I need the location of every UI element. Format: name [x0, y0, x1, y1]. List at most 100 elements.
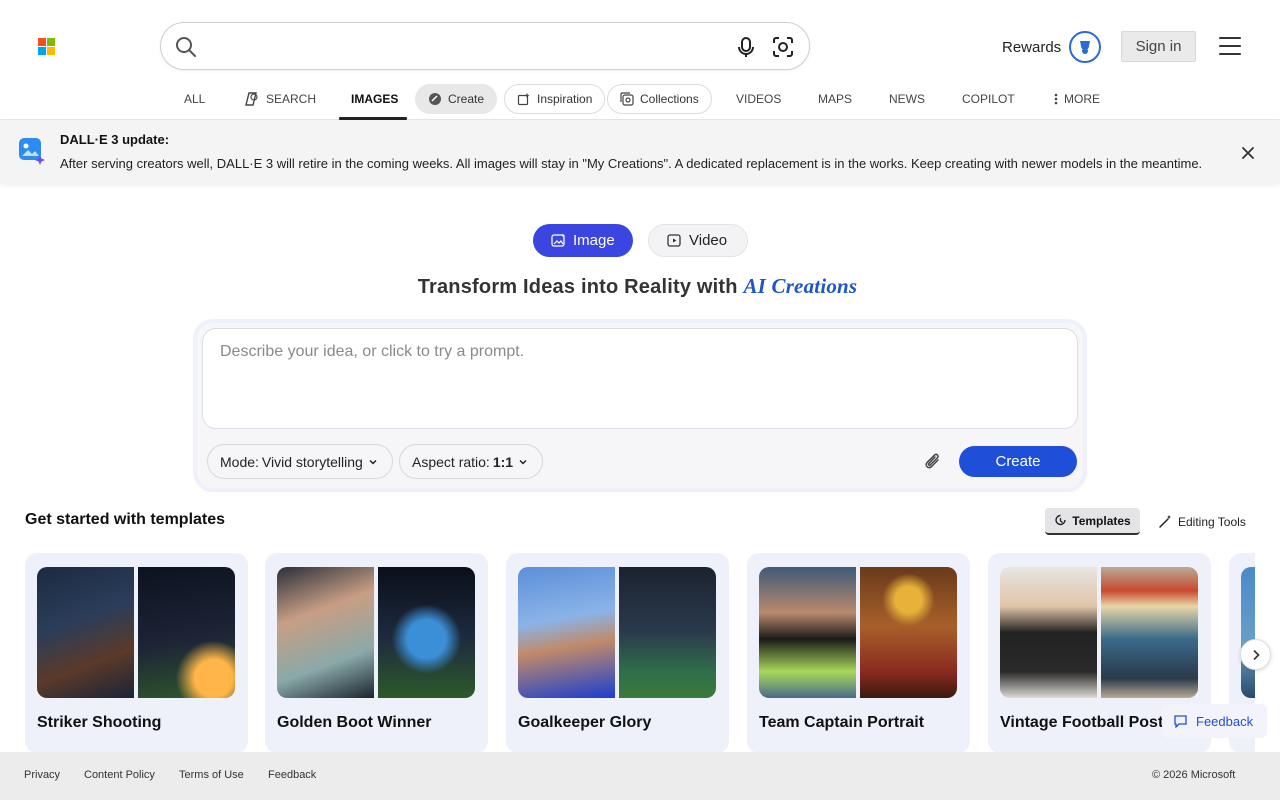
- footer-feedback-link[interactable]: Feedback: [268, 769, 316, 781]
- templates-heading: Get started with templates: [25, 511, 226, 528]
- banner-app-icon: [19, 138, 45, 165]
- mode-dropdown[interactable]: Mode: Vivid storytelling: [207, 444, 393, 479]
- prompt-input[interactable]: [202, 328, 1078, 429]
- feedback-icon: [1174, 715, 1187, 728]
- tab-copilot[interactable]: COPILOT: [962, 84, 1015, 114]
- tab-more[interactable]: MORE: [1054, 84, 1100, 114]
- template-card-label: Golden Boot Winner: [277, 714, 432, 731]
- tab-search-label: SEARCH: [266, 92, 317, 106]
- video-mode-label: Video: [689, 232, 728, 249]
- template-card[interactable]: Team Captain Portrait: [747, 553, 970, 753]
- vertical-nav: ALL SEARCH IMAGES Create Inspiration Col…: [0, 84, 1280, 120]
- rewards-label: Rewards: [1002, 38, 1062, 56]
- banner-text: After serving creators well, DALL·E 3 wi…: [60, 156, 1203, 171]
- copilot-search-icon: [245, 92, 258, 106]
- mode-dropdown-label: Mode:: [220, 453, 259, 470]
- pill-inspiration[interactable]: Inspiration: [504, 84, 606, 114]
- hero-heading: Transform Ideas into Reality with AI Cre…: [0, 274, 1275, 299]
- tab-templates[interactable]: Templates: [1045, 508, 1140, 535]
- prompt-composer: Mode: Vivid storytelling Aspect ratio: 1…: [197, 323, 1083, 488]
- tab-all[interactable]: ALL: [184, 84, 205, 114]
- banner-title: DALL·E 3 update:: [60, 132, 170, 147]
- image-mode-label: Image: [573, 232, 615, 249]
- template-card[interactable]: Golden Boot Winner: [265, 553, 488, 753]
- template-result-image: [860, 567, 957, 698]
- chevron-right-icon: [1252, 649, 1260, 660]
- templates-carousel: Striker Shooting Golden Boot Winner Goal…: [0, 553, 1255, 753]
- tab-maps-label: MAPS: [818, 92, 853, 106]
- dalle-update-banner: DALL·E 3 update: After serving creators …: [0, 120, 1280, 184]
- carousel-next-button[interactable]: [1240, 639, 1271, 670]
- tab-images-label: IMAGES: [351, 92, 399, 106]
- template-card[interactable]: Striker Shooting: [25, 553, 248, 753]
- close-icon[interactable]: [1239, 144, 1257, 162]
- image-mode-button[interactable]: Image: [533, 224, 633, 257]
- tab-maps[interactable]: MAPS: [818, 84, 852, 114]
- template-card-label: Vintage Football Post: [1000, 714, 1164, 731]
- feedback-button[interactable]: Feedback: [1162, 704, 1267, 738]
- aspect-ratio-label: Aspect ratio:: [412, 453, 490, 470]
- feedback-label: Feedback: [1196, 713, 1254, 729]
- tab-videos-label: VIDEOS: [736, 92, 782, 106]
- video-icon: [667, 234, 681, 247]
- sign-in-button[interactable]: Sign in: [1121, 31, 1196, 62]
- visual-search-icon[interactable]: [771, 35, 795, 59]
- template-result-image: [138, 567, 235, 698]
- template-portrait-image: [518, 567, 615, 698]
- tab-images[interactable]: IMAGES: [351, 84, 398, 114]
- paperclip-icon[interactable]: [922, 451, 944, 473]
- tab-news-label: NEWS: [889, 92, 925, 106]
- template-card-label: Team Captain Portrait: [759, 714, 925, 731]
- microsoft-logo[interactable]: [38, 38, 56, 56]
- pill-create[interactable]: Create: [415, 84, 498, 114]
- search-box[interactable]: [160, 22, 810, 70]
- hero-heading-accent: AI Creations: [743, 274, 858, 298]
- template-portrait-image: [37, 567, 134, 698]
- mode-dropdown-value: Vivid storytelling: [261, 453, 363, 470]
- footer-privacy-link[interactable]: Privacy: [24, 769, 60, 781]
- aspect-ratio-dropdown[interactable]: Aspect ratio: 1:1: [399, 444, 544, 479]
- rewards-icon: [1069, 31, 1102, 63]
- pill-create-label: Create: [448, 92, 485, 106]
- search-input[interactable]: [209, 31, 729, 61]
- chevron-down-icon: [369, 459, 377, 465]
- pill-inspiration-label: Inspiration: [537, 92, 593, 106]
- templates-icon: [1055, 514, 1066, 526]
- template-portrait-image: [1241, 567, 1255, 698]
- tab-editing-label: Editing Tools: [1178, 514, 1246, 529]
- pill-collections-label: Collections: [640, 92, 699, 106]
- create-button[interactable]: Create: [959, 446, 1077, 477]
- rewards-button[interactable]: Rewards: [1002, 31, 1102, 63]
- search-icon[interactable]: [175, 36, 197, 58]
- tab-videos[interactable]: VIDEOS: [736, 84, 781, 114]
- template-card[interactable]: Goalkeeper Glory: [506, 553, 729, 753]
- template-card-label: Goalkeeper Glory: [518, 714, 652, 731]
- tab-more-label: MORE: [1064, 92, 1100, 106]
- pill-collections[interactable]: Collections: [607, 84, 712, 114]
- template-result-image: [1101, 567, 1198, 698]
- video-mode-button[interactable]: Video: [648, 224, 748, 257]
- template-portrait-image: [759, 567, 856, 698]
- tab-editing-tools[interactable]: Editing Tools: [1158, 508, 1246, 535]
- footer-content-policy-link[interactable]: Content Policy: [84, 769, 155, 781]
- tab-news[interactable]: NEWS: [889, 84, 925, 114]
- template-card-label: Striker Shooting: [37, 714, 162, 731]
- hamburger-menu-icon[interactable]: [1219, 37, 1241, 55]
- mic-icon[interactable]: [735, 35, 757, 59]
- template-portrait-image: [277, 567, 374, 698]
- footer-terms-link[interactable]: Terms of Use: [179, 769, 244, 781]
- create-brush-icon: [429, 93, 441, 105]
- chevron-down-icon: [519, 459, 527, 465]
- tab-all-label: ALL: [184, 92, 206, 106]
- template-result-image: [619, 567, 716, 698]
- tab-templates-label: Templates: [1072, 513, 1131, 528]
- collections-icon: [620, 92, 634, 106]
- footer: Privacy Content Policy Terms of Use Feed…: [0, 752, 1280, 800]
- template-result-image: [378, 567, 475, 698]
- magic-wand-icon: [1159, 515, 1171, 528]
- template-portrait-image: [1000, 567, 1097, 698]
- hero-heading-text: Transform Ideas into Reality with: [417, 276, 738, 298]
- tab-search[interactable]: SEARCH: [244, 84, 316, 114]
- image-icon: [551, 233, 565, 247]
- footer-copyright: © 2026 Microsoft: [1152, 769, 1236, 781]
